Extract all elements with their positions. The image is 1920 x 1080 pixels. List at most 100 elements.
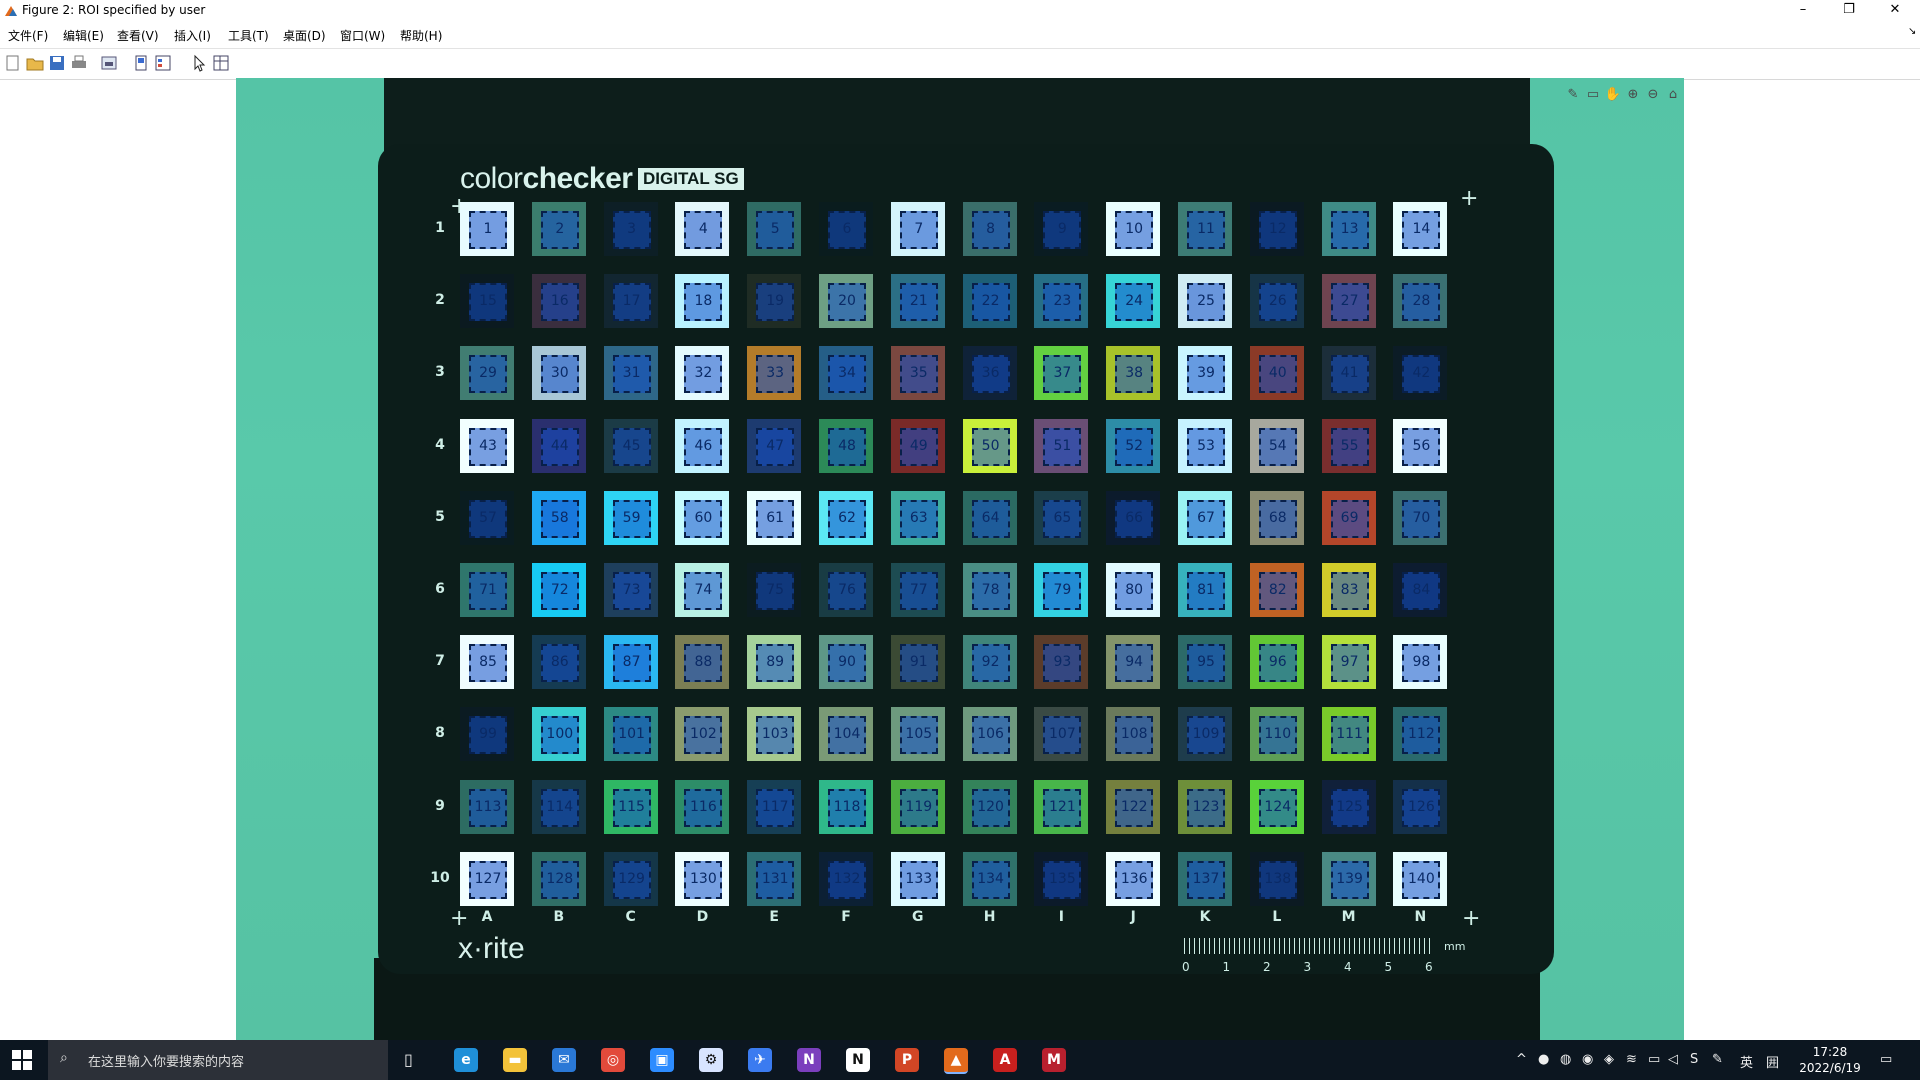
roi-rectangle[interactable]: 70: [1402, 499, 1441, 538]
taskbar-search[interactable]: ⌕ 在这里输入你要搜索的内容: [48, 1040, 388, 1080]
roi-rectangle[interactable]: 13: [1330, 211, 1369, 249]
roi-rectangle[interactable]: 47: [756, 427, 795, 466]
roi-rectangle[interactable]: 12: [1258, 211, 1297, 249]
task-view-icon[interactable]: ▯: [404, 1050, 413, 1069]
menu-view[interactable]: 查看(V): [117, 27, 159, 44]
roi-rectangle[interactable]: 64: [971, 499, 1010, 538]
print-preview-icon[interactable]: [99, 53, 119, 73]
roi-rectangle[interactable]: 101: [612, 716, 651, 755]
roi-rectangle[interactable]: 75: [756, 572, 795, 610]
roi-rectangle[interactable]: 44: [540, 427, 579, 466]
brush-icon[interactable]: ✎: [1564, 86, 1582, 104]
feishu-icon[interactable]: ✈: [748, 1048, 772, 1072]
roi-rectangle[interactable]: 124: [1258, 788, 1297, 827]
menu-help[interactable]: 帮助(H): [400, 27, 442, 44]
roi-rectangle[interactable]: 77: [899, 572, 938, 610]
roi-rectangle[interactable]: 21: [899, 283, 938, 322]
roi-rectangle[interactable]: 17: [612, 283, 651, 322]
roi-rectangle[interactable]: 37: [1043, 355, 1082, 394]
roi-rectangle[interactable]: 42: [1402, 355, 1441, 394]
roi-rectangle[interactable]: 129: [612, 860, 651, 899]
roi-rectangle[interactable]: 19: [756, 283, 795, 322]
roi-rectangle[interactable]: 1: [469, 211, 507, 249]
figure-canvas[interactable]: ✎ ▭ ✋ ⊕ ⊖ ⌂ colorchecker DIGITAL SG + + …: [236, 78, 1684, 1041]
roi-rectangle[interactable]: 100: [540, 716, 579, 755]
roi-rectangle[interactable]: 24: [1115, 283, 1154, 322]
roi-rectangle[interactable]: 66: [1115, 499, 1154, 538]
roi-rectangle[interactable]: 30: [540, 355, 579, 394]
powerpoint-icon[interactable]: P: [895, 1048, 919, 1072]
sogou-ime-icon[interactable]: S: [1690, 1052, 1698, 1067]
vsgraph-icon[interactable]: ⚙: [699, 1048, 723, 1072]
roi-rectangle[interactable]: 121: [1043, 788, 1082, 827]
file-explorer-icon[interactable]: ▬: [503, 1048, 527, 1072]
roi-rectangle[interactable]: 132: [828, 860, 866, 899]
roi-rectangle[interactable]: 48: [828, 427, 866, 466]
roi-rectangle[interactable]: 41: [1330, 355, 1369, 394]
roi-rectangle[interactable]: 140: [1402, 860, 1441, 899]
roi-rectangle[interactable]: 3: [612, 211, 651, 249]
windows-start-icon[interactable]: [12, 1050, 32, 1070]
roi-rectangle[interactable]: 33: [756, 355, 795, 394]
roi-rectangle[interactable]: 130: [684, 860, 723, 899]
roi-rectangle[interactable]: 49: [899, 427, 938, 466]
chrome-icon[interactable]: ◎: [601, 1048, 625, 1072]
roi-rectangle[interactable]: 84: [1402, 572, 1441, 610]
roi-rectangle[interactable]: 58: [540, 499, 579, 538]
roi-rectangle[interactable]: 45: [612, 427, 651, 466]
zoom-in-icon[interactable]: ⊕: [1624, 86, 1642, 104]
roi-rectangle[interactable]: 5: [756, 211, 795, 249]
pan-icon[interactable]: ✋: [1604, 86, 1622, 104]
antivirus-tray-icon[interactable]: ◉: [1582, 1052, 1593, 1067]
microphone-icon[interactable]: ●: [1538, 1052, 1549, 1067]
menu-file[interactable]: 文件(F): [8, 27, 48, 44]
roi-rectangle[interactable]: 83: [1330, 572, 1369, 610]
select-cursor-icon[interactable]: [189, 53, 209, 73]
roi-rectangle[interactable]: 105: [899, 716, 938, 755]
roi-rectangle[interactable]: 60: [684, 499, 723, 538]
roi-rectangle[interactable]: 102: [684, 716, 723, 755]
notion-icon[interactable]: N: [846, 1048, 870, 1072]
link-plot-icon[interactable]: [131, 53, 151, 73]
roi-rectangle[interactable]: 134: [971, 860, 1010, 899]
search-input[interactable]: 在这里输入你要搜索的内容: [88, 1051, 244, 1070]
roi-rectangle[interactable]: 135: [1043, 860, 1082, 899]
roi-rectangle[interactable]: 67: [1187, 499, 1225, 538]
volume-icon[interactable]: ◁: [1668, 1052, 1678, 1067]
dock-arrow-icon[interactable]: ↘: [1908, 26, 1916, 37]
roi-rectangle[interactable]: 71: [469, 572, 507, 610]
roi-rectangle[interactable]: 18: [684, 283, 723, 322]
roi-rectangle[interactable]: 28: [1402, 283, 1441, 322]
notification-icon[interactable]: ▭: [1880, 1052, 1892, 1067]
roi-rectangle[interactable]: 127: [469, 860, 507, 899]
roi-rectangle[interactable]: 95: [1187, 644, 1225, 683]
roi-rectangle[interactable]: 107: [1043, 716, 1082, 755]
datatip-icon[interactable]: ▭: [1584, 86, 1602, 104]
roi-rectangle[interactable]: 36: [971, 355, 1010, 394]
roi-rectangle[interactable]: 2: [540, 211, 579, 249]
roi-rectangle[interactable]: 139: [1330, 860, 1369, 899]
roi-rectangle[interactable]: 92: [971, 644, 1010, 683]
roi-rectangle[interactable]: 97: [1330, 644, 1369, 683]
minimize-button[interactable]: –: [1780, 0, 1826, 22]
roi-rectangle[interactable]: 46: [684, 427, 723, 466]
roi-rectangle[interactable]: 106: [971, 716, 1010, 755]
roi-rectangle[interactable]: 113: [469, 788, 507, 827]
mail-icon[interactable]: ✉: [552, 1048, 576, 1072]
roi-rectangle[interactable]: 29: [469, 355, 507, 394]
roi-rectangle[interactable]: 82: [1258, 572, 1297, 610]
roi-rectangle[interactable]: 123: [1187, 788, 1225, 827]
roi-rectangle[interactable]: 98: [1402, 644, 1441, 683]
zoom-icon[interactable]: ▣: [650, 1048, 674, 1072]
roi-rectangle[interactable]: 15: [469, 283, 507, 322]
roi-rectangle[interactable]: 65: [1043, 499, 1082, 538]
save-icon[interactable]: [47, 53, 67, 73]
roi-rectangle[interactable]: 99: [469, 716, 507, 755]
language-indicator[interactable]: 英: [1740, 1052, 1753, 1071]
roi-rectangle[interactable]: 136: [1115, 860, 1154, 899]
roi-rectangle[interactable]: 131: [756, 860, 795, 899]
roi-rectangle[interactable]: 111: [1330, 716, 1369, 755]
wechat-tray-icon[interactable]: ◍: [1560, 1052, 1571, 1067]
new-figure-icon[interactable]: [3, 53, 23, 73]
roi-rectangle[interactable]: 91: [899, 644, 938, 683]
